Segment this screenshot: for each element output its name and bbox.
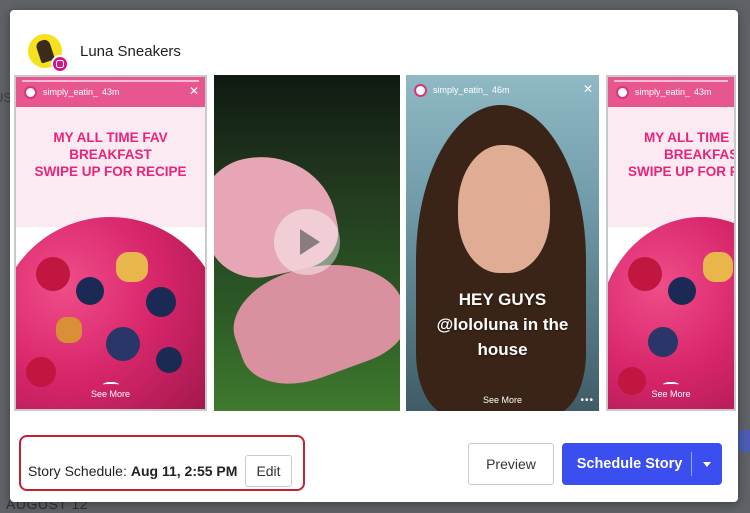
schedule-story-label[interactable]: Schedule Story — [562, 456, 691, 472]
play-button[interactable] — [274, 209, 340, 275]
preview-button[interactable]: Preview — [468, 443, 554, 485]
story-username: simply_eatin_ — [433, 85, 489, 95]
close-icon[interactable]: ✕ — [583, 82, 593, 96]
story-card[interactable]: simply_eatin_ 43m ✕ MY ALL TIME FAV BREA… — [14, 75, 207, 411]
avatar — [28, 34, 69, 73]
story-card[interactable]: simply_eatin_ 43m MY ALL TIME FAV BREAKF… — [606, 75, 736, 411]
play-icon — [300, 229, 320, 255]
swipe-up-icon — [102, 382, 119, 387]
story-card[interactable]: simply_eatin_ 46m ✕ HEY GUYS @lololuna i… — [406, 75, 599, 411]
see-more-link[interactable]: See More — [608, 382, 734, 399]
story-time: 46m — [492, 85, 510, 95]
story-schedule: Story Schedule: Aug 11, 2:55 PM Edit — [28, 455, 292, 487]
story-avatar — [616, 85, 629, 99]
schedule-date: Aug 11, 2:55 PM — [130, 463, 238, 479]
instagram-icon — [51, 55, 69, 73]
more-options-icon[interactable]: ••• — [580, 395, 594, 406]
swipe-up-icon — [663, 382, 679, 387]
story-time: 43m — [694, 87, 712, 97]
schedule-story-button[interactable]: Schedule Story — [562, 443, 722, 485]
story-avatar — [414, 83, 427, 97]
edit-schedule-button[interactable]: Edit — [245, 455, 292, 487]
story-username: simply_eatin_ — [635, 87, 691, 97]
chevron-down-icon[interactable] — [692, 461, 722, 467]
see-more-link[interactable]: See More — [406, 395, 599, 405]
story-header: simply_eatin_ 43m — [608, 77, 734, 107]
account-name: Luna Sneakers — [80, 42, 181, 60]
story-header: simply_eatin_ 43m ✕ — [16, 77, 205, 107]
see-more-link[interactable]: See More — [16, 382, 205, 399]
close-icon[interactable]: ✕ — [189, 84, 199, 98]
story-username: simply_eatin_ — [43, 87, 99, 97]
story-strip: simply_eatin_ 43m ✕ MY ALL TIME FAV BREA… — [14, 75, 736, 411]
story-title: MY ALL TIME FAV BREAKFAST SWIPE UP FOR R… — [628, 130, 734, 179]
story-card-video[interactable] — [214, 75, 400, 411]
story-time: 43m — [102, 87, 120, 97]
story-caption: HEY GUYS @lololuna in the house — [436, 290, 569, 359]
background-tab — [738, 430, 750, 452]
story-title: MY ALL TIME FAV BREAKFAST SWIPE UP FOR R… — [34, 130, 187, 179]
account-header: Luna Sneakers — [28, 34, 181, 73]
schedule-label: Story Schedule: — [28, 463, 127, 479]
story-header: simply_eatin_ 46m ✕ — [406, 75, 599, 105]
story-avatar — [24, 85, 37, 99]
person-image — [458, 145, 550, 273]
